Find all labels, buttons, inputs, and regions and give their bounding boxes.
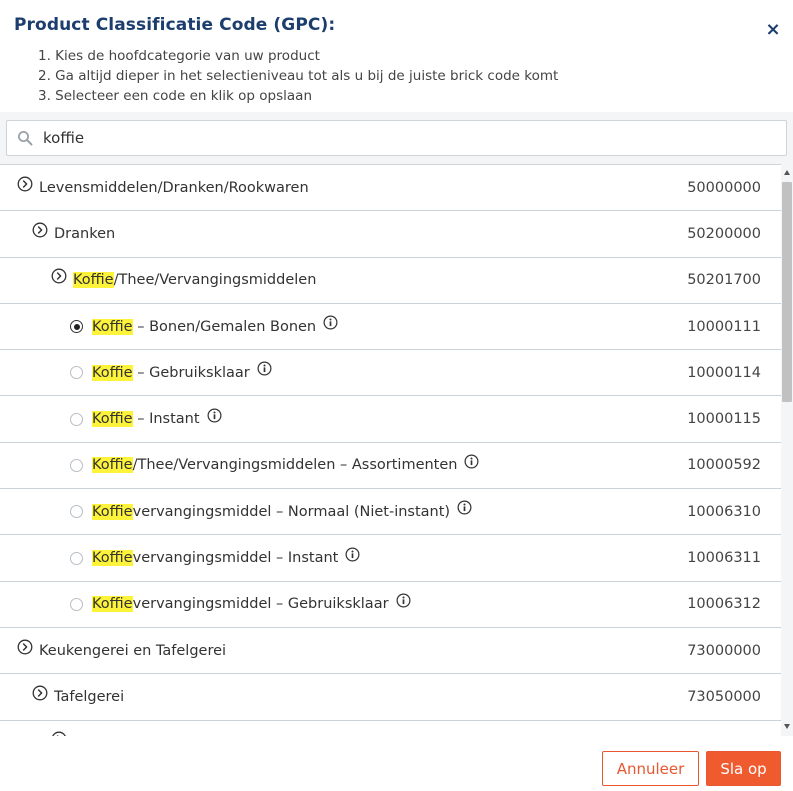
- dialog-title: Product Classificatie Code (GPC):: [14, 15, 336, 35]
- tree-row-label: Koffie – Bonen/Gemalen Bonen: [92, 318, 317, 335]
- tree-leaf-row[interactable]: Koffie – Instant 10000115: [0, 396, 781, 443]
- tree-leaf-row[interactable]: Koffie/Thee/Vervangingsmiddelen – Assort…: [0, 443, 781, 490]
- expand-chevron-icon[interactable]: [17, 639, 33, 655]
- tree-row-text: Tafelgerei: [54, 688, 125, 705]
- search-bar: [0, 112, 793, 164]
- tree-row-text: /Thee/Vervangingsmiddelen: [113, 272, 317, 289]
- tree-row-text: /Thee/Vervangingsmiddelen – Assortimente…: [132, 457, 458, 474]
- gpc-code: 73000000: [687, 642, 761, 659]
- gpc-code: 50201700: [687, 272, 761, 289]
- search-highlight: Koffie: [92, 411, 133, 428]
- close-icon[interactable]: ×: [763, 20, 783, 40]
- tree-branch-row[interactable]: Tafelgerei 73050000: [0, 674, 781, 721]
- save-button[interactable]: Sla op: [706, 751, 781, 786]
- tree-leaf-row[interactable]: Koffie vervangingsmiddel – Gebruiksklaar 1…: [0, 582, 781, 628]
- tree-row-label: Levensmiddelen/Dranken/Rookwaren: [39, 180, 309, 196]
- gpc-code: 50000000: [687, 179, 761, 196]
- instruction-item: 2. Ga altijd dieper in het selectienivea…: [38, 68, 559, 84]
- gpc-code: 10000115: [687, 411, 761, 428]
- select-radio[interactable]: [70, 320, 83, 334]
- scroll-up-arrow-icon[interactable]: [784, 170, 790, 175]
- search-icon: [18, 131, 33, 146]
- search-highlight: Koffie: [92, 596, 133, 613]
- tree-row-text: – Gebruiksklaar: [132, 364, 250, 381]
- instruction-item: 1. Kies de hoofdcategorie van uw product: [38, 48, 320, 64]
- expand-chevron-icon[interactable]: [32, 222, 48, 238]
- tree-row-text: – Instant: [132, 411, 200, 428]
- gpc-code: 10000592: [687, 457, 761, 474]
- tree-branch-row[interactable]: Levensmiddelen/Dranken/Rookwaren 50000000: [0, 165, 781, 212]
- tree-row-label: Dranken: [54, 226, 115, 242]
- expand-chevron-icon[interactable]: [51, 268, 67, 284]
- search-highlight: Koffie: [92, 550, 133, 567]
- gpc-code: 50200000: [687, 225, 761, 242]
- expand-chevron-icon[interactable]: [17, 176, 33, 192]
- select-radio[interactable]: [70, 551, 83, 565]
- info-icon[interactable]: [345, 547, 360, 562]
- tree-row-label: Tafelgerei: [54, 689, 124, 705]
- gpc-code: 73050000: [687, 688, 761, 705]
- tree-branch-row[interactable]: Dranken 50200000: [0, 211, 781, 258]
- tree-leaf-row[interactable]: Koffie – Bonen/Gemalen Bonen 10000111: [0, 304, 781, 351]
- gpc-code: 10006311: [687, 550, 761, 567]
- tree-row-label: Koffie – Instant: [92, 411, 200, 428]
- tree-branch-row[interactable]: Koffie/Thee/Vervangingsmiddelen 50201700: [0, 258, 781, 304]
- tree-branch-row[interactable]: [0, 721, 781, 736]
- tree-row-text: vervangingsmiddel – Normaal (Niet-instan…: [132, 503, 451, 520]
- tree-leaf-row[interactable]: Koffie vervangingsmiddel – Normaal (Niet-…: [0, 489, 781, 536]
- tree-row-text: Keukengerei en Tafelgerei: [39, 642, 227, 659]
- gpc-code: 10006312: [687, 596, 761, 613]
- info-icon[interactable]: [257, 361, 272, 376]
- search-highlight: Koffie: [92, 364, 133, 381]
- cancel-button[interactable]: Annuleer: [602, 751, 699, 786]
- gpc-code: 10000114: [687, 364, 761, 381]
- tree-leaf-row[interactable]: Koffie vervangingsmiddel – Instant 1000631…: [0, 535, 781, 582]
- tree-row-label: Koffie/Thee/Vervangingsmiddelen – Assort…: [92, 457, 458, 474]
- select-radio[interactable]: [70, 366, 83, 380]
- tree-branch-row[interactable]: Keukengerei en Tafelgerei 73000000: [0, 628, 781, 675]
- tree-row-label: Koffie vervangingsmiddel – Gebruiksklaar: [92, 596, 389, 613]
- tree-row-text: Levensmiddelen/Dranken/Rookwaren: [39, 179, 309, 196]
- tree-row-text: vervangingsmiddel – Gebruiksklaar: [132, 596, 389, 613]
- tree-row-label: Keukengerei en Tafelgerei: [39, 643, 226, 659]
- instruction-item: 3. Selecteer een code en klik op opslaan: [38, 88, 312, 104]
- search-highlight: Koffie: [92, 457, 133, 474]
- scroll-down-arrow-icon[interactable]: [784, 724, 790, 729]
- select-radio[interactable]: [70, 505, 83, 519]
- dialog-header: Product Classificatie Code (GPC): × 1. K…: [0, 0, 793, 112]
- dialog-footer: Annuleer Sla op: [0, 736, 793, 791]
- tree-row-label: Koffie/Thee/Vervangingsmiddelen: [73, 272, 317, 289]
- instructions-list: 1. Kies de hoofdcategorie van uw product…: [38, 46, 558, 106]
- search-highlight: Koffie: [92, 503, 133, 520]
- info-icon[interactable]: [457, 500, 472, 515]
- tree-row-label: Koffie vervangingsmiddel – Normaal (Niet-…: [92, 503, 451, 520]
- select-radio[interactable]: [70, 458, 83, 472]
- select-radio[interactable]: [70, 412, 83, 426]
- info-icon[interactable]: [323, 315, 338, 330]
- tree-row-text: Dranken: [54, 225, 116, 242]
- tree-row-label: Koffie – Gebruiksklaar: [92, 364, 250, 381]
- info-icon[interactable]: [207, 408, 222, 423]
- search-highlight: Koffie: [92, 318, 133, 335]
- tree-row-text: vervangingsmiddel – Instant: [132, 550, 339, 567]
- expand-chevron-icon[interactable]: [32, 685, 48, 701]
- search-highlight: Koffie: [73, 272, 114, 289]
- gpc-code: 10000111: [687, 318, 761, 335]
- tree-row-label: Koffie vervangingsmiddel – Instant: [92, 550, 339, 567]
- scroll-thumb[interactable]: [782, 182, 792, 402]
- info-icon[interactable]: [396, 593, 411, 608]
- gpc-tree: Levensmiddelen/Dranken/Rookwaren 50000000…: [0, 164, 781, 736]
- select-radio[interactable]: [70, 597, 83, 611]
- search-input[interactable]: [43, 121, 773, 155]
- tree-row-text: – Bonen/Gemalen Bonen: [132, 318, 317, 335]
- tree-leaf-row[interactable]: Koffie – Gebruiksklaar 10000114: [0, 350, 781, 397]
- gpc-code: 10006310: [687, 503, 761, 520]
- tree-scrollbar[interactable]: [781, 164, 793, 736]
- search-box: [6, 120, 787, 156]
- info-icon[interactable]: [464, 454, 479, 469]
